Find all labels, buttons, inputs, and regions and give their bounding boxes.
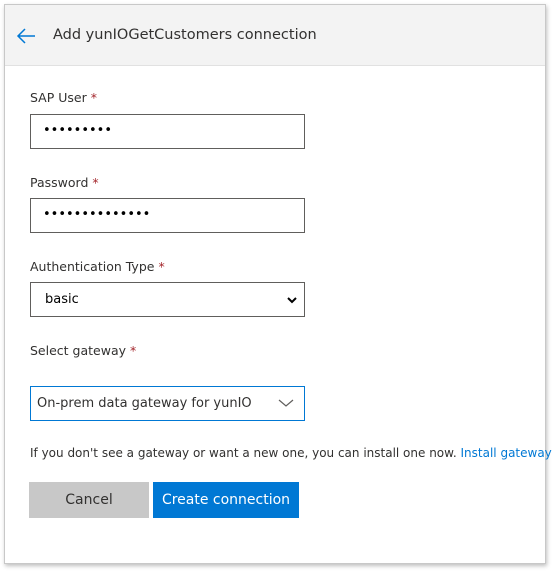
- required-mark: *: [92, 175, 99, 190]
- auth-type-label: Authentication Type *: [30, 259, 165, 274]
- chevron-down-icon: [287, 297, 297, 304]
- arrow-left-icon: [16, 28, 35, 44]
- sap-user-value: •••••••••: [43, 123, 113, 138]
- required-mark: *: [90, 90, 97, 105]
- required-mark: *: [130, 343, 137, 358]
- password-label: Password *: [30, 175, 99, 190]
- auth-type-select[interactable]: basic: [30, 282, 305, 317]
- sap-user-label: SAP User *: [30, 90, 97, 105]
- chevron-down-icon: [278, 399, 294, 407]
- install-gateway-link[interactable]: Install gateway: [461, 446, 552, 460]
- connection-panel: Add yunIOGetCustomers connection SAP Use…: [4, 4, 552, 564]
- gateway-hint: If you don't see a gateway or want a new…: [30, 446, 552, 460]
- gateway-dropdown[interactable]: On-prem data gateway for yunIO: [30, 386, 305, 421]
- create-connection-button[interactable]: Create connection: [153, 482, 299, 518]
- required-mark: *: [158, 259, 165, 274]
- password-input[interactable]: ••••••••••••••: [30, 198, 305, 233]
- page-title: Add yunIOGetCustomers connection: [53, 27, 317, 43]
- sap-user-input[interactable]: •••••••••: [30, 114, 305, 149]
- auth-type-value: basic: [45, 292, 79, 307]
- password-value: ••••••••••••••: [43, 207, 151, 222]
- gateway-label: Select gateway *: [30, 343, 136, 358]
- cancel-button[interactable]: Cancel: [29, 482, 149, 518]
- panel-header: Add yunIOGetCustomers connection: [5, 5, 545, 66]
- sap-user-label-text: SAP User: [30, 90, 87, 105]
- gateway-value: On-prem data gateway for yunIO: [37, 396, 252, 411]
- auth-type-label-text: Authentication Type: [30, 259, 155, 274]
- back-button[interactable]: [15, 26, 37, 46]
- gateway-label-text: Select gateway: [30, 343, 127, 358]
- gateway-hint-text: If you don't see a gateway or want a new…: [30, 446, 457, 460]
- password-label-text: Password: [30, 175, 89, 190]
